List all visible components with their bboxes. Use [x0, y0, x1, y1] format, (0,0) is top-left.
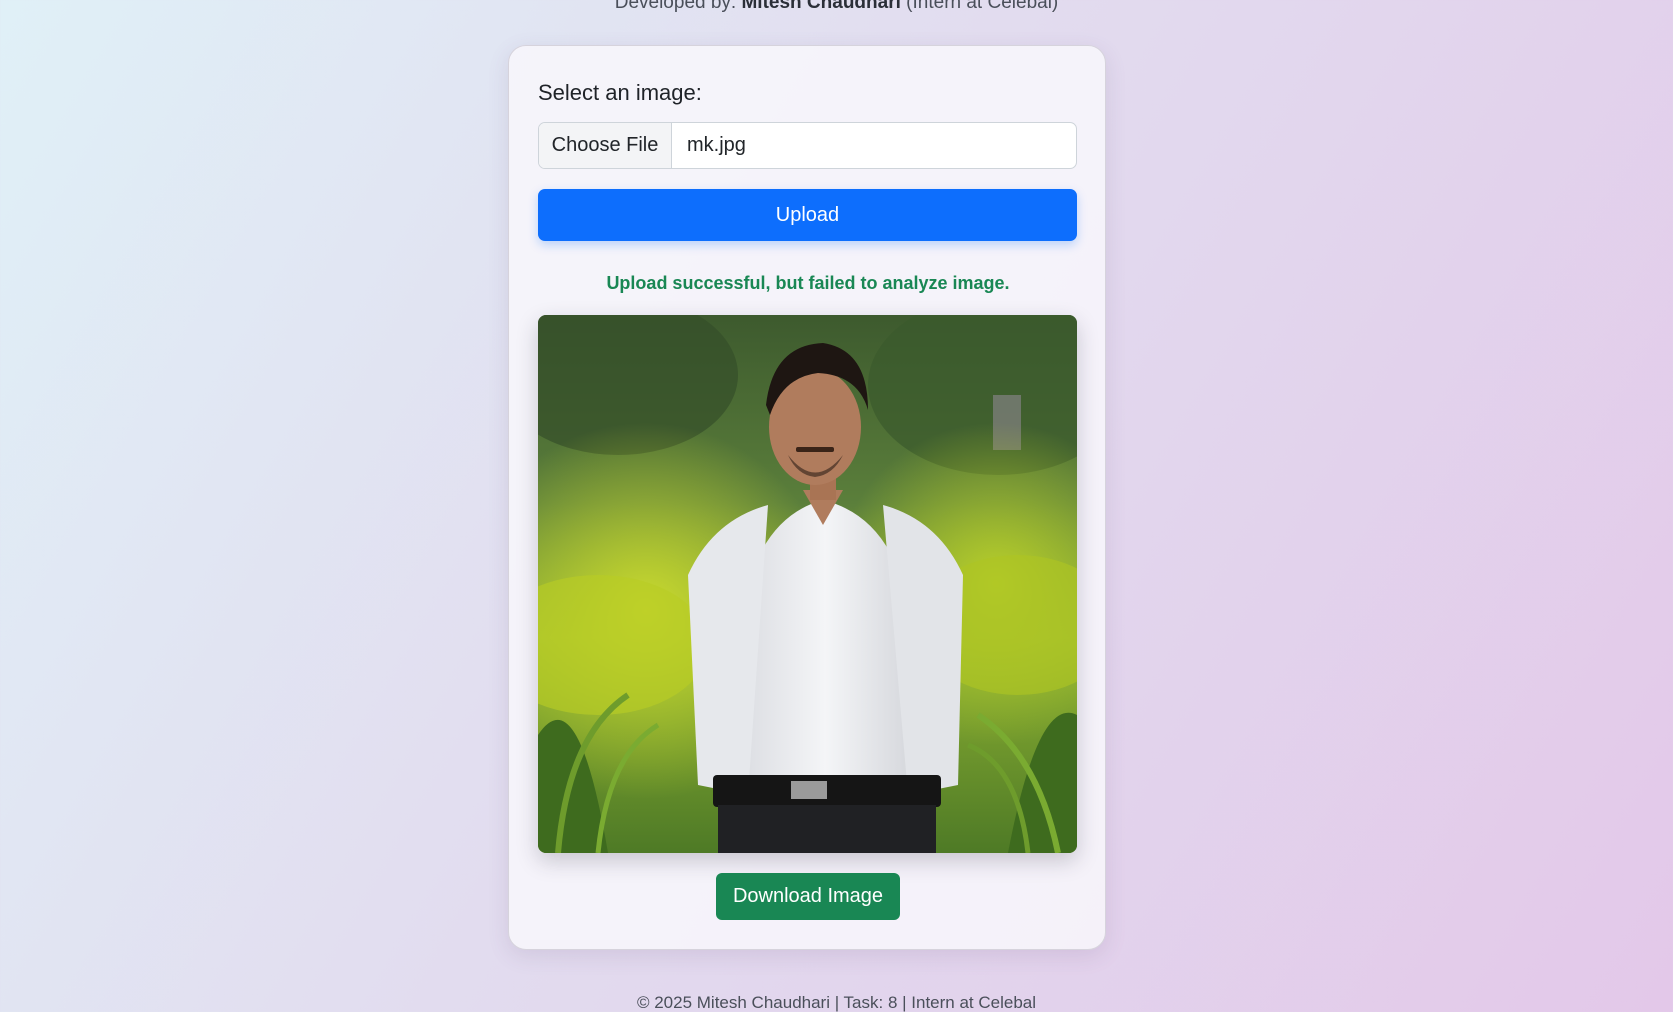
upload-button[interactable]: Upload	[538, 189, 1077, 241]
developer-suffix: (Intern at Celebal)	[906, 0, 1059, 13]
developer-credit: Developed by: Mitesh Chaudhari (Intern a…	[0, 0, 1673, 14]
uploaded-photo	[538, 315, 1077, 853]
choose-file-button[interactable]: Choose File	[539, 123, 672, 168]
developer-prefix: Developed by:	[614, 0, 737, 13]
select-image-label: Select an image:	[538, 80, 702, 105]
developer-name: Mitesh Chaudhari	[741, 0, 901, 13]
file-input[interactable]: Choose File mk.jpg	[538, 122, 1077, 169]
download-image-button[interactable]: Download Image	[716, 873, 900, 920]
selected-file-name: mk.jpg	[687, 134, 746, 156]
uploaded-image-preview	[538, 315, 1077, 853]
upload-card: Select an image: Choose File mk.jpg Uplo…	[508, 45, 1106, 950]
footer: © 2025 Mitesh Chaudhari | Task: 8 | Inte…	[636, 993, 1037, 1012]
status-message: Upload successful, but failed to analyze…	[606, 273, 1010, 293]
